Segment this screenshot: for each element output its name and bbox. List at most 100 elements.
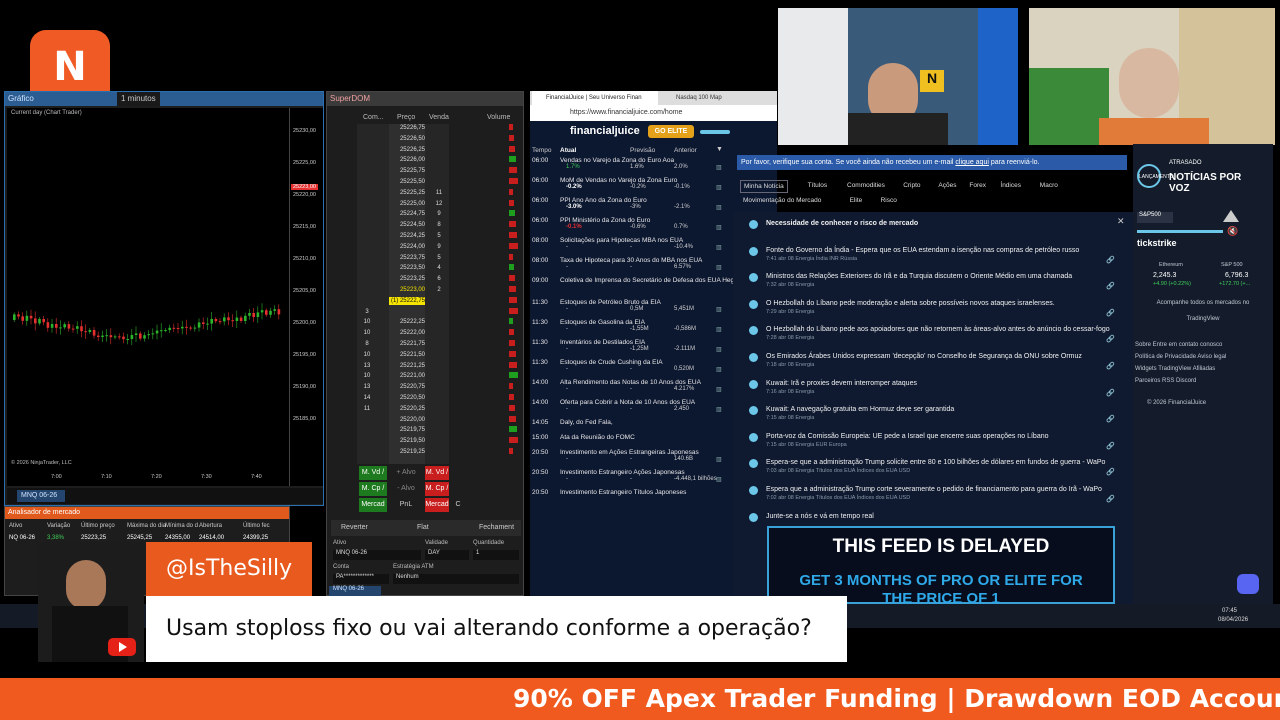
dom-row[interactable]: (1) 25222,75 bbox=[357, 296, 517, 305]
dom-row[interactable]: 25226,25 bbox=[357, 145, 517, 154]
dom-row[interactable]: 25225,25 11 bbox=[357, 188, 517, 197]
target-plus-button[interactable]: + Alvo bbox=[389, 466, 423, 480]
news-item[interactable]: Necessidade de conhecer o risco de merca… bbox=[749, 220, 1111, 229]
dom-row[interactable]: 10 25221,50 bbox=[357, 350, 517, 359]
footer-links-3[interactable]: Widgets TradingView Afiliadas bbox=[1135, 366, 1215, 372]
dom-row[interactable]: 25225,50 bbox=[357, 178, 518, 186]
dom-bid-size[interactable]: 10 bbox=[357, 351, 377, 359]
news-tab[interactable]: Commodities bbox=[844, 180, 888, 191]
dom-ask-size[interactable]: 5 bbox=[429, 254, 449, 262]
superdom-titlebar[interactable]: SuperDOM bbox=[327, 92, 523, 106]
link-icon[interactable]: 🔗 bbox=[1106, 309, 1115, 317]
dom-bid-size[interactable]: 3 bbox=[357, 308, 377, 316]
atm-select[interactable]: Nenhum bbox=[393, 574, 519, 584]
dom-bid-size[interactable]: 8 bbox=[357, 340, 377, 348]
browser-tab-nasdaq[interactable]: Nasdaq 100 Map bbox=[662, 91, 762, 105]
event-chart-icon[interactable]: ▥ bbox=[716, 264, 722, 271]
event-chart-icon[interactable]: ▥ bbox=[716, 406, 722, 413]
dom-ask-size[interactable]: 8 bbox=[429, 221, 449, 229]
dom-row[interactable]: 10 25222,25 bbox=[357, 318, 517, 326]
news-item[interactable]: Espera que a administração Trump corte s… bbox=[749, 486, 1115, 503]
event-chart-icon[interactable]: ▥ bbox=[716, 456, 722, 463]
news-tab[interactable]: Forex bbox=[966, 180, 989, 191]
dom-row[interactable]: 25225,00 12 bbox=[357, 199, 517, 208]
news-item[interactable]: Porta-voz da Comissão Europeia: UE pede … bbox=[749, 432, 1115, 450]
event-chart-icon[interactable]: ▥ bbox=[716, 386, 722, 393]
brand-logo[interactable]: financialjuice bbox=[570, 125, 640, 137]
close-position-button[interactable]: C bbox=[453, 498, 463, 512]
news-item[interactable]: Fonte do Governo da Índia - Espera que o… bbox=[749, 246, 1115, 264]
dom-row[interactable]: 11 25220,25 bbox=[357, 404, 517, 413]
dom-bid-size[interactable]: 10 bbox=[357, 372, 377, 380]
event-chart-icon[interactable]: ▥ bbox=[716, 164, 722, 171]
close-icon[interactable]: ✕ bbox=[1117, 216, 1125, 227]
dom-row[interactable]: 10 25221,00 bbox=[357, 372, 518, 380]
economic-event[interactable]: 06:00 PPI Ano Ano da Zona do Euro -3.0% -3%… bbox=[532, 197, 770, 213]
browser-tab-financialjuice[interactable]: FinancialJuice | Seu Universo Finan bbox=[532, 91, 658, 105]
dom-row[interactable]: 3 bbox=[357, 307, 518, 316]
dom-bid-size[interactable]: 13 bbox=[357, 383, 377, 391]
market-sell-button-2[interactable]: M. Vd / bbox=[425, 466, 449, 480]
dom-row[interactable]: 13 25221,25 bbox=[357, 361, 517, 370]
delayed-feed-banner[interactable]: THIS FEED IS DELAYED GET 3 MONTHS OF PRO… bbox=[767, 526, 1115, 607]
dom-row[interactable]: 25220,00 bbox=[357, 415, 517, 424]
link-icon[interactable]: 🔗 bbox=[1106, 282, 1115, 290]
dom-bid-size[interactable]: 10 bbox=[357, 318, 377, 326]
dom-row[interactable]: 25224,25 5 bbox=[357, 232, 517, 240]
news-tab[interactable]: Ações bbox=[935, 180, 959, 191]
verify-link[interactable]: clique aqui bbox=[955, 159, 988, 166]
event-chart-icon[interactable]: ▥ bbox=[716, 224, 722, 231]
dom-ask-size[interactable]: 9 bbox=[429, 210, 449, 218]
link-icon[interactable]: 🔗 bbox=[1106, 389, 1115, 397]
reverse-button[interactable]: Reverter bbox=[341, 520, 368, 536]
quantity-stepper[interactable]: 1 bbox=[473, 550, 519, 560]
link-icon[interactable]: 🔗 bbox=[1106, 468, 1115, 476]
chart-plot-area[interactable]: Current day (Chart Trader) © 2026 NinjaT… bbox=[7, 108, 323, 486]
dom-tab-instrument[interactable]: MNQ 06-26 bbox=[329, 586, 381, 596]
link-icon[interactable]: 🔗 bbox=[1106, 362, 1115, 370]
go-elite-button[interactable]: GO ELITE bbox=[648, 125, 694, 138]
dom-row[interactable]: 25224,50 8 bbox=[357, 221, 517, 229]
market-analyzer-titlebar[interactable]: Analisador de mercado bbox=[5, 507, 289, 519]
market-order-buy-button[interactable]: Mercad bbox=[359, 498, 387, 512]
news-tab[interactable]: Risco bbox=[878, 195, 900, 206]
news-item[interactable]: Kuwait: Irã e proxies devem interromper … bbox=[749, 379, 1115, 397]
dom-row[interactable]: 25224,00 9 bbox=[357, 242, 518, 251]
dom-row[interactable]: 25219,25 bbox=[357, 448, 517, 456]
dom-row[interactable]: 25223,00 2 bbox=[357, 286, 517, 294]
dom-row[interactable]: 10 25222,00 bbox=[357, 329, 517, 337]
market-sell-button[interactable]: M. Vd / bbox=[359, 466, 387, 480]
flat-button[interactable]: Flat bbox=[417, 520, 429, 536]
news-item[interactable]: O Hezbollah do Líbano pede aos apoiadore… bbox=[749, 326, 1115, 343]
link-icon[interactable]: 🔗 bbox=[1106, 256, 1115, 264]
dom-row[interactable]: 25219,50 bbox=[357, 437, 518, 445]
market-buy-button[interactable]: M. Cp / bbox=[359, 482, 387, 496]
dom-row[interactable]: 25223,25 6 bbox=[357, 275, 517, 283]
market-buy-button-2[interactable]: M. Cp / bbox=[425, 482, 449, 496]
dom-row[interactable]: 25223,50 4 bbox=[357, 264, 517, 272]
dom-bid-size[interactable]: 14 bbox=[357, 394, 377, 402]
alert-triangle-icon[interactable] bbox=[1223, 210, 1239, 222]
market-analyzer-header[interactable]: Abertura bbox=[199, 523, 222, 529]
news-item[interactable]: Kuwait: A navegação gratuita em Hormuz d… bbox=[749, 406, 1115, 423]
market-analyzer-header[interactable]: Ativo bbox=[9, 523, 22, 529]
news-tab[interactable]: Cripto bbox=[900, 180, 923, 191]
news-tab[interactable]: Índices bbox=[997, 180, 1024, 191]
filter-icon[interactable]: ▼ bbox=[716, 146, 723, 153]
event-chart-icon[interactable]: ▥ bbox=[716, 326, 722, 333]
dom-row[interactable]: 25219,75 bbox=[357, 426, 517, 434]
pnl-button[interactable]: PnL bbox=[389, 498, 423, 512]
dom-ask-size[interactable]: 12 bbox=[429, 200, 449, 208]
dom-ask-size[interactable]: 11 bbox=[429, 189, 449, 197]
dom-ask-size[interactable]: 6 bbox=[429, 275, 449, 283]
news-item[interactable]: Os Emirados Árabes Unidos expressam 'dec… bbox=[749, 353, 1115, 370]
dom-row[interactable]: 25223,75 5 bbox=[357, 253, 517, 262]
dom-bid-size[interactable]: 13 bbox=[357, 362, 377, 370]
market-analyzer-header[interactable]: Variação bbox=[47, 523, 70, 529]
event-chart-icon[interactable]: ▥ bbox=[716, 476, 722, 483]
dom-row[interactable]: 25226,00 bbox=[357, 156, 517, 164]
dom-ask-size[interactable]: 2 bbox=[429, 286, 449, 294]
market-order-sell-button[interactable]: Mercad bbox=[425, 498, 449, 512]
news-item[interactable]: Junte-se a nós e vá em tempo real bbox=[749, 512, 1111, 522]
market-analyzer-header[interactable]: Máxima do dia bbox=[127, 523, 166, 529]
